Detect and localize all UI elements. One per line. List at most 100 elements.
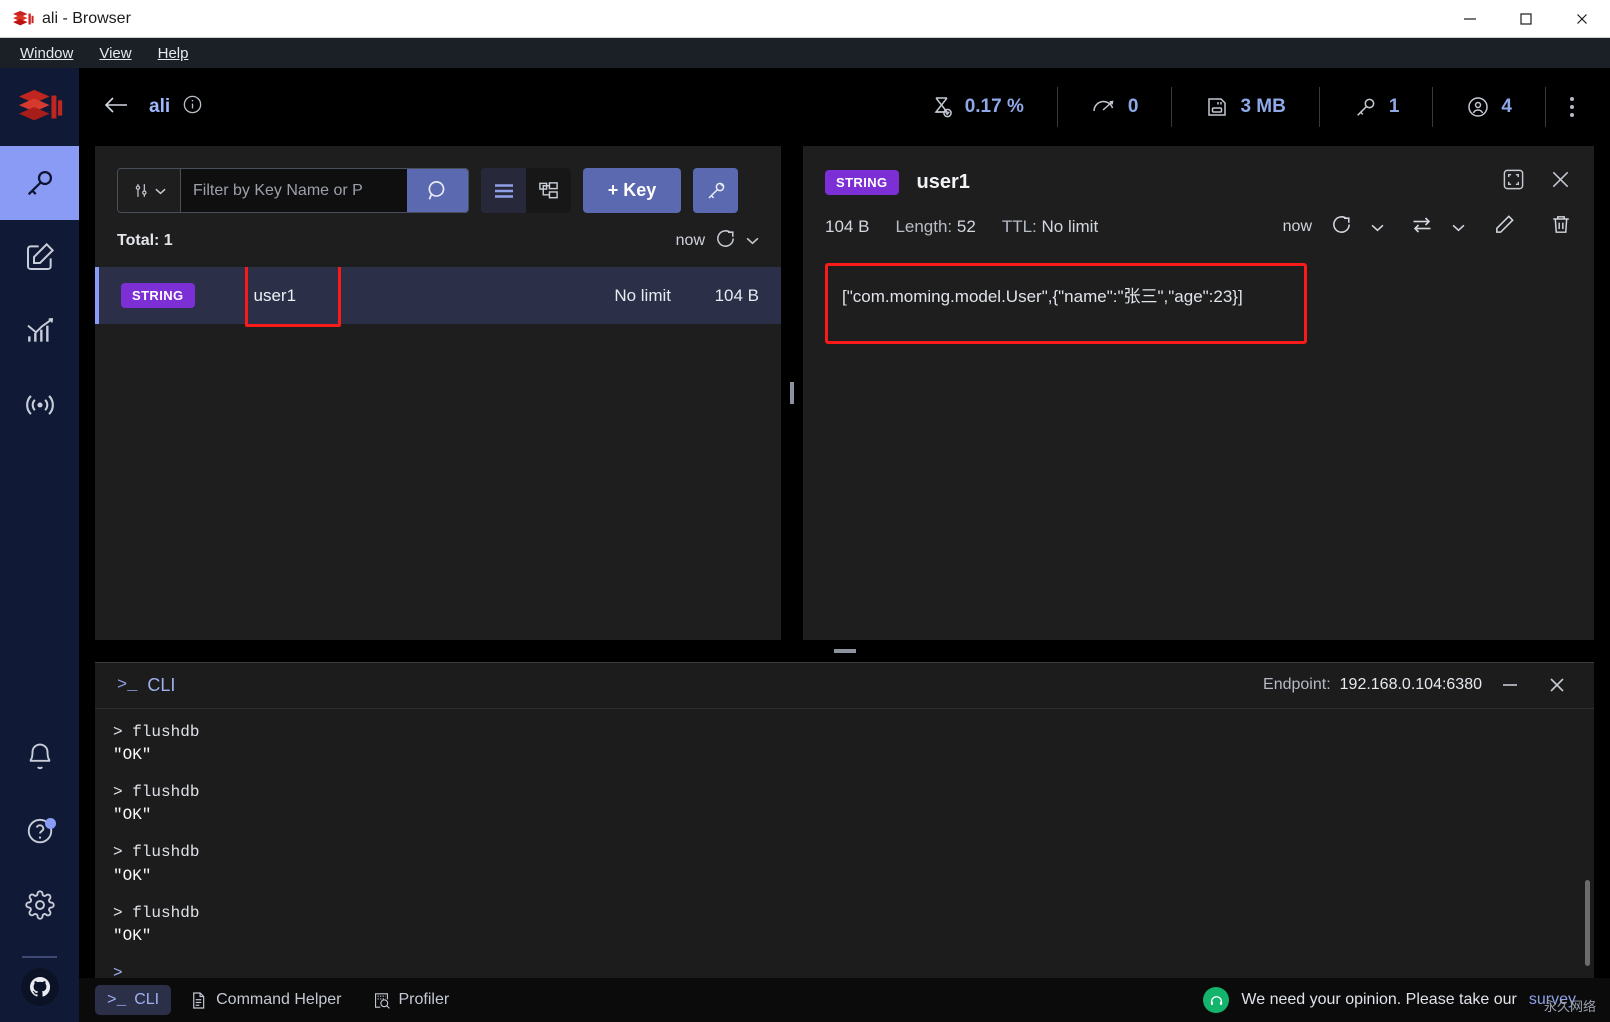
menu-bar: Window View Help xyxy=(0,38,1610,68)
pencil-icon xyxy=(1496,215,1514,233)
database-header: ali 0.17 % 0 3 MB 1 4 xyxy=(79,68,1610,146)
browser-panes: + Key Total: 1 now xyxy=(79,146,1610,640)
value-format-button[interactable] xyxy=(1410,214,1434,241)
trash-icon xyxy=(1553,216,1569,233)
key-details-ttl-value[interactable]: No limit xyxy=(1042,217,1099,236)
add-key-button[interactable]: + Key xyxy=(583,168,681,213)
keys-refresh-button[interactable] xyxy=(714,227,737,255)
sidebar-item-notifications[interactable] xyxy=(0,720,79,794)
value-format-options-button[interactable] xyxy=(1452,217,1465,237)
panes-vertical-splitter[interactable] xyxy=(781,146,803,640)
key-size: 104 B xyxy=(714,285,759,305)
database-info-button[interactable] xyxy=(182,94,203,120)
commands-per-sec-stat[interactable]: 0 xyxy=(1058,95,1172,119)
key-details-ttl-label: TTL: xyxy=(1001,217,1037,236)
kebab-menu-icon[interactable] xyxy=(1546,97,1588,117)
bulk-actions-button[interactable] xyxy=(693,168,738,213)
menu-item-view-label: View xyxy=(99,44,132,62)
key-value-highlight-box[interactable]: ["com.moming.model.User",{"name":"张三","a… xyxy=(825,263,1307,344)
table-row[interactable]: STRING user1 No limit 104 B xyxy=(95,267,781,324)
key-details-header: STRING user1 xyxy=(803,146,1594,196)
sidebar-item-pub-sub[interactable] xyxy=(0,368,79,442)
keys-refresh-group: now xyxy=(676,227,759,255)
cli-result: "OK" xyxy=(113,927,152,946)
cli-close-button[interactable] xyxy=(1538,672,1576,698)
tab-profiler[interactable]: Profiler xyxy=(360,985,462,1016)
sidebar-item-workbench[interactable] xyxy=(0,220,79,294)
keys-stat[interactable]: 1 xyxy=(1320,95,1433,120)
refresh-icon xyxy=(1333,216,1350,233)
key-value-text: ["com.moming.model.User",{"name":"张三","a… xyxy=(842,287,1243,306)
window-maximize-button[interactable] xyxy=(1498,0,1554,37)
cli-endpoint-value: 192.168.0.104:6380 xyxy=(1339,676,1482,694)
chevron-down-icon xyxy=(746,237,759,245)
keys-panel: + Key Total: 1 now xyxy=(95,146,781,640)
connected-clients-value: 4 xyxy=(1501,96,1512,117)
menu-item-view[interactable]: View xyxy=(89,42,141,65)
commands-per-sec-value: 0 xyxy=(1127,96,1139,117)
tree-view-button[interactable] xyxy=(526,168,571,213)
key-details-header-actions xyxy=(1502,168,1572,196)
gear-icon xyxy=(24,890,55,920)
cpu-stat[interactable]: 0.17 % xyxy=(897,95,1057,119)
database-name[interactable]: ali xyxy=(149,96,170,118)
list-view-button[interactable] xyxy=(481,168,526,213)
tab-command-helper[interactable]: Command Helper xyxy=(177,985,353,1016)
fullscreen-button[interactable] xyxy=(1502,168,1525,196)
cli-input-prompt[interactable]: > xyxy=(113,962,1594,978)
sidebar-item-help[interactable] xyxy=(0,794,79,868)
keys-refresh-options-button[interactable] xyxy=(746,232,759,250)
memory-stat[interactable]: 3 MB xyxy=(1172,95,1318,119)
survey-message: We need your opinion. Please take our xyxy=(1241,991,1517,1008)
key-type-badge: STRING xyxy=(121,283,195,308)
cli-output[interactable]: > flushdb "OK" > flushdb "OK" > flushdb … xyxy=(95,707,1594,978)
keys-list: STRING user1 No limit 104 B xyxy=(95,267,781,640)
user-circle-icon xyxy=(1466,95,1490,119)
sidebar-item-settings[interactable] xyxy=(0,868,79,942)
close-key-details-button[interactable] xyxy=(1549,168,1572,196)
tab-cli[interactable]: >_ CLI xyxy=(95,985,172,1015)
keys-stat-value: 1 xyxy=(1388,96,1400,117)
bar-chart-icon xyxy=(26,317,53,342)
key-details-type-badge: STRING xyxy=(825,169,899,195)
menu-item-help[interactable]: Help xyxy=(148,42,199,65)
key-details-length: Length: 52 xyxy=(895,217,975,237)
arrow-left-icon xyxy=(104,96,127,113)
bell-icon xyxy=(28,743,51,770)
cli-command: > flushdb xyxy=(113,783,200,802)
sidebar-item-analysis-tools[interactable] xyxy=(0,294,79,368)
key-details-name[interactable]: user1 xyxy=(917,171,970,194)
github-link[interactable] xyxy=(20,968,59,1006)
cli-endpoint-label: Endpoint: xyxy=(1263,676,1331,694)
edit-value-button[interactable] xyxy=(1493,213,1516,241)
search-input[interactable] xyxy=(181,169,407,212)
terminal-prompt-icon: >_ xyxy=(107,991,127,1009)
window-controls xyxy=(1442,0,1610,37)
sidebar-item-browser[interactable] xyxy=(0,146,79,220)
connected-clients-stat[interactable]: 4 xyxy=(1433,95,1545,119)
redis-logo-icon xyxy=(18,89,62,121)
key-icon xyxy=(27,170,52,196)
back-button[interactable] xyxy=(97,88,135,127)
cli-command: > flushdb xyxy=(113,722,200,741)
menu-item-window[interactable]: Window xyxy=(10,42,83,65)
key-details-refresh-options-button[interactable] xyxy=(1371,217,1384,237)
key-details-ttl: TTL: No limit xyxy=(1002,217,1098,237)
memory-stat-value: 3 MB xyxy=(1240,96,1286,117)
cli-minimize-button[interactable] xyxy=(1491,674,1529,696)
cli-result: "OK" xyxy=(113,806,152,825)
cli-horizontal-splitter[interactable] xyxy=(79,640,1610,662)
format-switch-icon xyxy=(1413,216,1431,233)
filter-type-dropdown[interactable] xyxy=(118,169,181,212)
window-close-button[interactable] xyxy=(1554,0,1610,37)
search-button[interactable] xyxy=(407,169,468,212)
fullscreen-icon xyxy=(1503,169,1524,190)
delete-key-button[interactable] xyxy=(1550,213,1572,241)
key-icon xyxy=(1353,95,1378,120)
search-icon xyxy=(428,181,445,200)
key-details-length-value: 52 xyxy=(956,217,976,236)
cli-scrollbar[interactable] xyxy=(1585,880,1590,966)
window-minimize-button[interactable] xyxy=(1442,0,1498,37)
key-details-refresh-button[interactable] xyxy=(1330,213,1353,241)
key-details-meta-actions: now xyxy=(1283,213,1572,241)
